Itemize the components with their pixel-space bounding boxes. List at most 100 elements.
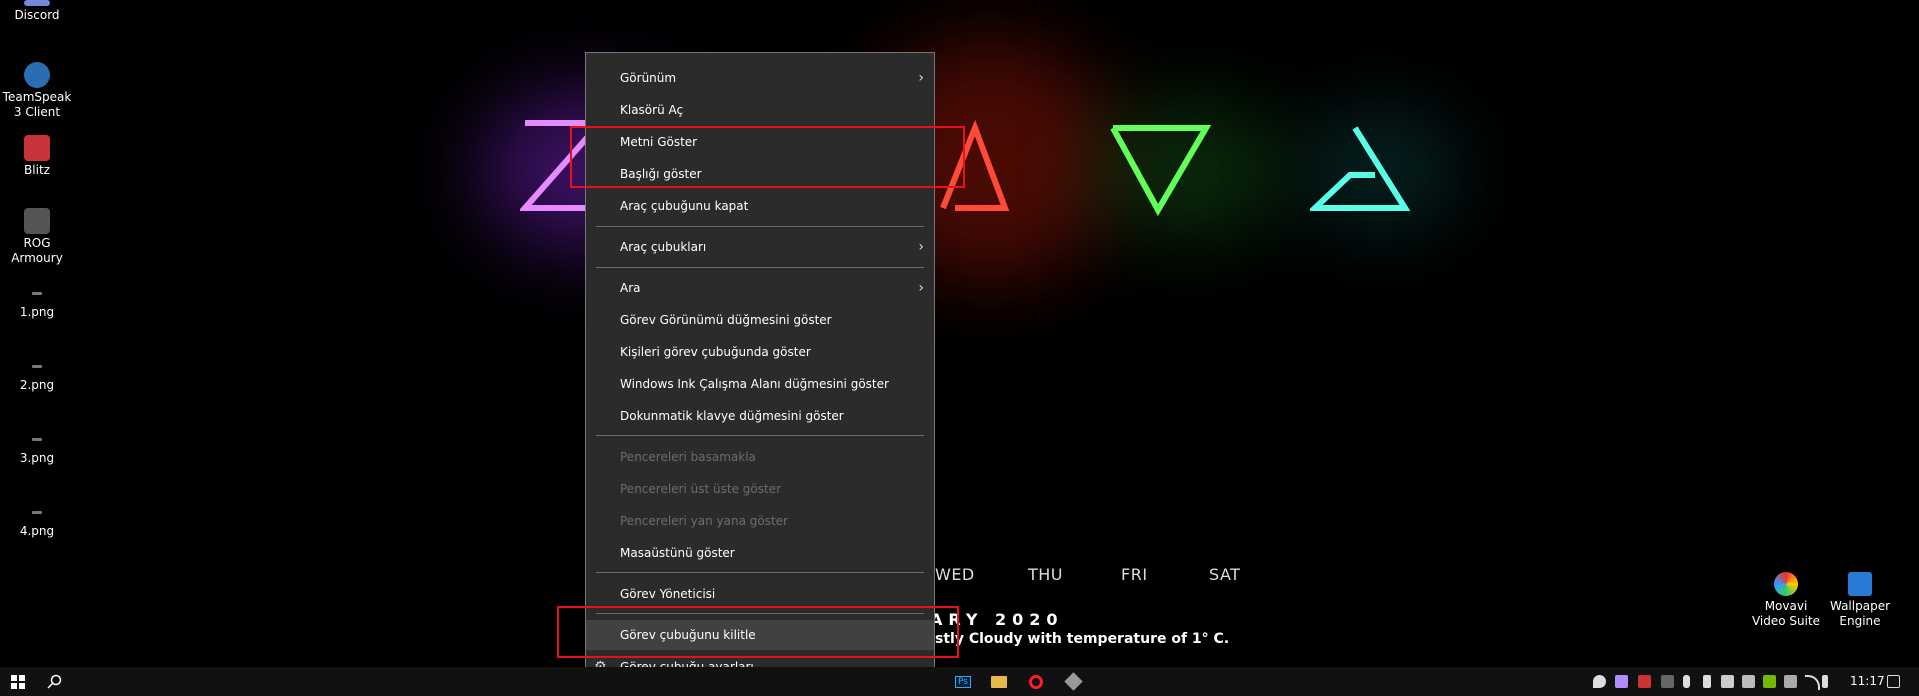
menu-item-label: Windows Ink Çalışma Alanı düğmesini göst… xyxy=(620,377,889,391)
image-file-icon xyxy=(32,365,42,368)
tray-feather-icon[interactable] xyxy=(1615,675,1628,688)
taskbar-app-unknown[interactable] xyxy=(1060,667,1086,696)
wallpaper-engine-icon xyxy=(1848,572,1872,596)
calendar-day-sat: SAT xyxy=(1209,565,1241,584)
desktop-wallpaper xyxy=(0,0,1919,696)
movavi-icon xyxy=(1774,572,1798,596)
tray-shield-icon[interactable] xyxy=(1661,675,1674,688)
chevron-right-icon: › xyxy=(918,280,924,296)
search-icon xyxy=(46,674,61,689)
desktop-icon-label: 1.png xyxy=(19,305,55,319)
desktop-icon-label: Movavi Video Suite xyxy=(1751,599,1821,628)
menu-item-label: Görünüm xyxy=(620,71,677,85)
menu-item-label: Dokunmatik klavye düğmesini göster xyxy=(620,409,844,423)
teal-sign-glyph xyxy=(1310,126,1410,211)
desktop-icon-1png[interactable]: 1.png xyxy=(0,292,74,320)
menu-item-gorev-gorunumu[interactable]: Görev Görünümü düğmesini göster xyxy=(586,305,934,335)
menu-item-label: Klasörü Aç xyxy=(620,103,684,117)
calendar-day-thu: THU xyxy=(1028,565,1064,584)
image-file-icon xyxy=(32,511,42,514)
desktop-icon-label: 3.png xyxy=(19,451,55,465)
menu-item-gorev-yoneticisi[interactable]: Görev Yöneticisi xyxy=(586,579,934,609)
nvidia-icon[interactable] xyxy=(1763,675,1776,688)
weather-text: stly Cloudy with temperature of 1° C. xyxy=(935,631,1230,647)
taskbar-clock[interactable]: 11:17 xyxy=(1850,667,1885,696)
desktop-icon-label: TeamSpeak 3 Client xyxy=(2,90,72,119)
search-button[interactable] xyxy=(38,667,70,696)
chevron-right-icon: › xyxy=(918,239,924,255)
menu-item-arac-cubuklari[interactable]: Araç çubukları › xyxy=(586,232,934,262)
menu-item-pencereleri-basamakla: Pencereleri basamakla xyxy=(586,442,934,472)
menu-separator xyxy=(596,226,924,227)
desktop-icon-discord[interactable]: Discord xyxy=(0,0,74,23)
image-file-icon xyxy=(32,438,42,441)
highlight-box-top xyxy=(570,126,965,188)
tray-box-icon[interactable] xyxy=(1784,675,1797,688)
start-button[interactable] xyxy=(0,667,36,696)
desktop-icon-label: ROG Armoury xyxy=(11,236,63,265)
tray-security-icon[interactable] xyxy=(1742,675,1755,688)
menu-item-dokunmatik-klavye[interactable]: Dokunmatik klavye düğmesini göster xyxy=(586,401,934,431)
menu-separator xyxy=(596,435,924,436)
menu-item-pencereleri-ust-uste: Pencereleri üst üste göster xyxy=(586,474,934,504)
menu-item-klasoru-ac[interactable]: Klasörü Aç xyxy=(586,95,934,125)
menu-item-kisileri-goster[interactable]: Kişileri görev çubuğunda göster xyxy=(586,337,934,367)
menu-item-label: Kişileri görev çubuğunda göster xyxy=(620,345,811,359)
desktop-icon-label: Discord xyxy=(14,8,60,22)
desktop-icon-movavi[interactable]: Movavi Video Suite xyxy=(1746,572,1826,629)
chevron-right-icon: › xyxy=(918,70,924,86)
menu-item-label: Araç çubukları xyxy=(620,240,707,254)
blitz-icon xyxy=(24,135,50,161)
usb-icon[interactable] xyxy=(1703,675,1711,688)
microphone-icon[interactable] xyxy=(1683,675,1690,688)
taskbar-app-photoshop[interactable]: Ps xyxy=(950,667,976,696)
taskbar: Ps 11:17 xyxy=(0,667,1919,696)
tray-drop-icon[interactable] xyxy=(1593,675,1606,688)
desktop-icon-rog[interactable]: ROG Armoury xyxy=(0,208,74,266)
menu-item-ara[interactable]: Ara › xyxy=(586,273,934,303)
menu-item-windows-ink[interactable]: Windows Ink Çalışma Alanı düğmesini göst… xyxy=(586,369,934,399)
menu-item-label: Pencereleri yan yana göster xyxy=(620,514,788,528)
wifi-icon[interactable] xyxy=(1805,675,1820,690)
windows-start-icon xyxy=(11,674,25,689)
desktop-icon-label: Blitz xyxy=(24,163,50,177)
tray-alert-icon[interactable] xyxy=(1638,675,1651,688)
desktop-icon-blitz[interactable]: Blitz xyxy=(0,135,74,178)
menu-separator xyxy=(596,267,924,268)
desktop-icon-4png[interactable]: 4.png xyxy=(0,511,74,539)
menu-item-label: Ara xyxy=(620,281,641,295)
app-icon xyxy=(1063,672,1083,691)
highlight-box-bottom xyxy=(557,606,959,658)
menu-item-label: Masaüstünü göster xyxy=(620,546,735,560)
desktop-icon-label: 4.png xyxy=(19,524,55,538)
menu-item-label: Görev Görünümü düğmesini göster xyxy=(620,313,832,327)
menu-item-label: Pencereleri basamakla xyxy=(620,450,756,464)
teamspeak-icon xyxy=(24,62,50,88)
menu-item-label: Araç çubuğunu kapat xyxy=(620,199,749,213)
calendar-day-wed: WED xyxy=(935,565,975,584)
menu-item-masaustunu-goster[interactable]: Masaüstünü göster xyxy=(586,538,934,568)
desktop-icon-label: 2.png xyxy=(19,378,55,392)
desktop-icon-teamspeak[interactable]: TeamSpeak 3 Client xyxy=(0,62,74,120)
menu-item-gorunum[interactable]: Görünüm › xyxy=(586,63,934,93)
tray-settings-icon[interactable] xyxy=(1721,675,1734,688)
desktop-icon-wallpaper-engine[interactable]: Wallpaper Engine xyxy=(1820,572,1900,629)
rog-icon xyxy=(24,208,50,234)
taskbar-app-explorer[interactable] xyxy=(986,667,1012,696)
menu-separator xyxy=(596,572,924,573)
desktop-icon-3png[interactable]: 3.png xyxy=(0,438,74,466)
calendar-day-fri: FRI xyxy=(1121,565,1148,584)
opera-icon xyxy=(1029,674,1043,689)
menu-item-arac-cubugunu-kapat[interactable]: Araç çubuğunu kapat xyxy=(586,191,934,221)
green-sign-glyph xyxy=(1110,125,1212,217)
image-file-icon xyxy=(32,292,42,295)
taskbar-app-opera[interactable] xyxy=(1023,667,1049,696)
photoshop-icon: Ps xyxy=(955,675,971,688)
folder-icon xyxy=(991,675,1007,688)
desktop-icon-label: Wallpaper Engine xyxy=(1829,599,1891,628)
menu-item-label: Görev Yöneticisi xyxy=(620,587,716,601)
desktop-icon-2png[interactable]: 2.png xyxy=(0,365,74,393)
volume-icon[interactable] xyxy=(1822,675,1828,688)
discord-icon xyxy=(24,0,50,6)
notification-icon[interactable] xyxy=(1887,675,1900,688)
